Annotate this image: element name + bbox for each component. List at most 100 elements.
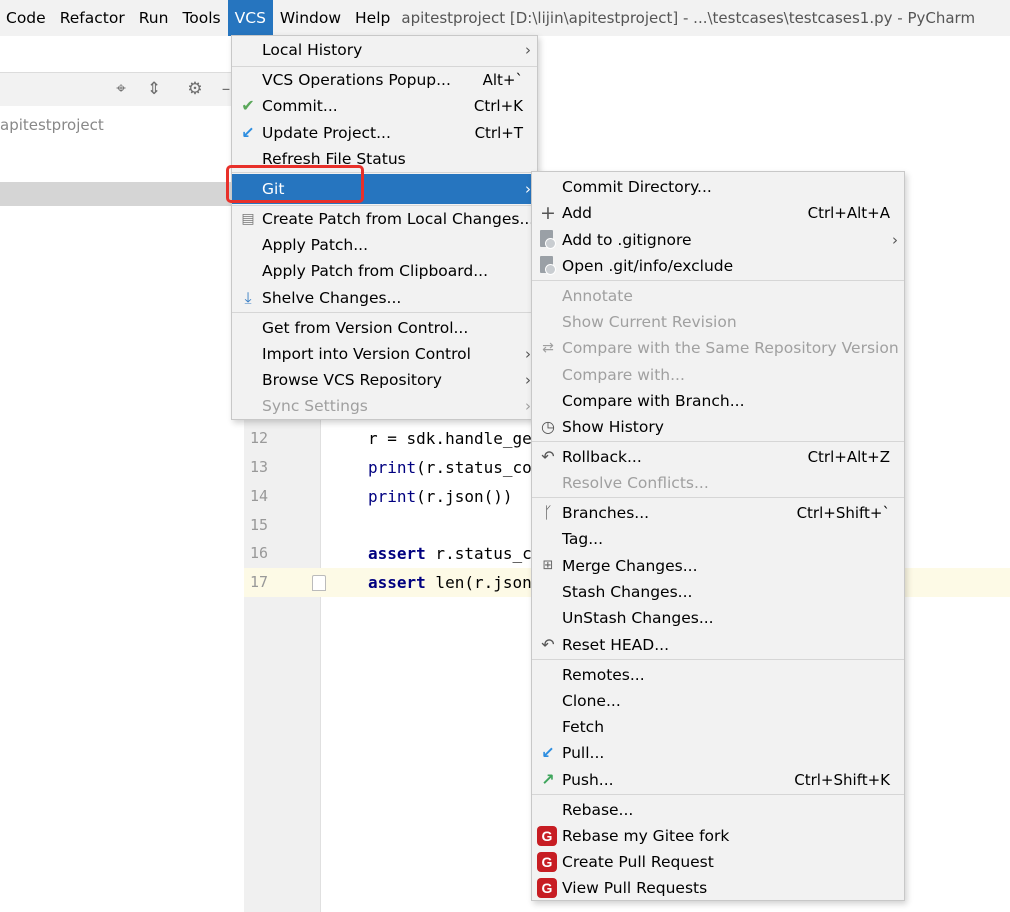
menu-item-refresh-file-status[interactable]: Refresh File Status xyxy=(232,146,537,172)
menu-vcs[interactable]: VCS xyxy=(227,0,273,36)
menu-item-label: Compare with Branch... xyxy=(562,392,745,410)
menu-item-label: Rebase my Gitee fork xyxy=(562,827,730,845)
menu-item-label: Push... xyxy=(562,771,614,789)
shortcut-label: Ctrl+Shift+` xyxy=(796,504,890,522)
menu-item-show-current-revision[interactable]: Show Current Revision xyxy=(532,309,904,335)
menu-item-label: Sync Settings xyxy=(262,397,368,415)
menu-item-view-pull-requests[interactable]: G View Pull Requests xyxy=(532,875,904,901)
menu-item-shelve-changes[interactable]: ⤓ Shelve Changes... xyxy=(232,285,537,311)
menu-item-create-pull-request[interactable]: G Create Pull Request xyxy=(532,849,904,875)
menu-refactor[interactable]: Refactor xyxy=(53,0,132,36)
line-number: 13 xyxy=(250,458,269,476)
tree-selected-row[interactable] xyxy=(0,182,244,206)
menu-item-resolve-conflicts[interactable]: Resolve Conflicts... xyxy=(532,470,904,496)
code-text: print(r.json()) xyxy=(368,482,513,511)
menu-item-update-project[interactable]: ↙ Update Project... Ctrl+T xyxy=(232,120,537,146)
menu-item-get-from-vcs[interactable]: Get from Version Control... xyxy=(232,315,537,341)
menu-item-label: Add xyxy=(562,204,593,222)
line-number: 17 xyxy=(250,573,269,591)
menu-item-reset-head[interactable]: ↶ Reset HEAD... xyxy=(532,632,904,658)
menu-item-label: Git xyxy=(262,180,285,198)
menu-item-label: Commit Directory... xyxy=(562,178,712,196)
menu-item-compare-with[interactable]: Compare with... xyxy=(532,362,904,388)
code-text-print: print xyxy=(368,458,417,477)
menu-item-show-history[interactable]: ◷ Show History xyxy=(532,414,904,440)
menu-item-label: Import into Version Control xyxy=(262,345,471,363)
menu-item-fetch[interactable]: Fetch xyxy=(532,714,904,740)
menu-item-git[interactable]: Git › xyxy=(232,174,537,204)
menu-item-merge-changes[interactable]: ⊞ Merge Changes... xyxy=(532,553,904,579)
shortcut-label: Ctrl+Alt+A xyxy=(807,204,890,222)
gear-icon[interactable]: ⚙ xyxy=(185,79,205,99)
menu-item-label: Remotes... xyxy=(562,666,645,684)
menu-item-compare-same-repo-version[interactable]: ⇄ Compare with the Same Repository Versi… xyxy=(532,335,904,361)
menu-item-sync-settings[interactable]: Sync Settings › xyxy=(232,393,537,419)
code-text: print(r.status_co xyxy=(368,453,532,482)
menu-item-label: Pull... xyxy=(562,744,605,762)
submenu-arrow-icon: › xyxy=(892,231,898,249)
code-text: assert len(r.json xyxy=(368,568,532,597)
menu-item-apply-patch-clipboard[interactable]: Apply Patch from Clipboard... xyxy=(232,258,537,284)
collapse-all-icon[interactable]: ⇕ xyxy=(144,79,164,99)
menu-item-import-into-vcs[interactable]: Import into Version Control › xyxy=(232,341,537,367)
menu-item-annotate[interactable]: Annotate xyxy=(532,283,904,309)
menu-item-add[interactable]: + Add Ctrl+Alt+A xyxy=(532,200,904,226)
menu-item-tag[interactable]: Tag... xyxy=(532,526,904,552)
menu-item-clone[interactable]: Clone... xyxy=(532,688,904,714)
menu-item-label: Create Pull Request xyxy=(562,853,714,871)
locate-icon[interactable]: ⌖ xyxy=(111,79,131,99)
project-root[interactable]: apitestproject xyxy=(0,116,104,134)
menu-item-label: Resolve Conflicts... xyxy=(562,474,709,492)
menu-item-apply-patch[interactable]: Apply Patch... xyxy=(232,232,537,258)
menu-item-push[interactable]: ↗ Push... Ctrl+Shift+K xyxy=(532,767,904,793)
push-arrow-icon: ↗ xyxy=(541,770,555,789)
menu-item-label: Show History xyxy=(562,418,664,436)
update-arrow-icon: ↙ xyxy=(241,123,255,142)
menu-item-label: View Pull Requests xyxy=(562,879,708,897)
menu-item-rollback[interactable]: ↶ Rollback... Ctrl+Alt+Z xyxy=(532,444,904,470)
menu-item-label: Add to .gitignore xyxy=(562,231,692,249)
code-text-rest: (r.status_co xyxy=(416,458,532,477)
menu-item-label: VCS Operations Popup... xyxy=(262,71,451,89)
code-text-rest: r.status_c xyxy=(425,544,532,563)
menu-help[interactable]: Help xyxy=(348,0,397,36)
fold-marker-icon[interactable] xyxy=(312,575,326,591)
reset-icon: ↶ xyxy=(541,635,555,654)
menu-item-unstash-changes[interactable]: UnStash Changes... xyxy=(532,605,904,631)
menu-item-browse-vcs-repository[interactable]: Browse VCS Repository › xyxy=(232,367,537,393)
menu-item-label: Apply Patch... xyxy=(262,236,369,254)
menu-item-commit-directory[interactable]: Commit Directory... xyxy=(532,174,904,200)
menu-item-rebase-gitee-fork[interactable]: G Rebase my Gitee fork xyxy=(532,823,904,849)
line-number: 15 xyxy=(250,516,269,534)
menu-item-stash-changes[interactable]: Stash Changes... xyxy=(532,579,904,605)
vcs-menu: Local History › VCS Operations Popup... … xyxy=(231,35,538,420)
separator xyxy=(232,312,537,313)
menu-item-vcs-operations-popup[interactable]: VCS Operations Popup... Alt+` xyxy=(232,67,537,93)
menu-item-label: Create Patch from Local Changes... xyxy=(262,210,535,228)
menu-item-open-git-exclude[interactable]: Open .git/info/exclude xyxy=(532,253,904,279)
compare-arrows-icon: ⇄ xyxy=(542,340,554,356)
menu-item-commit[interactable]: ✔ Commit... Ctrl+K xyxy=(232,93,537,119)
menu-run[interactable]: Run xyxy=(132,0,176,36)
menu-item-local-history[interactable]: Local History › xyxy=(232,37,537,63)
git-submenu: Commit Directory... + Add Ctrl+Alt+A Add… xyxy=(531,171,905,901)
menu-item-add-to-gitignore[interactable]: Add to .gitignore › xyxy=(532,227,904,253)
menu-item-branches[interactable]: ᚴ Branches... Ctrl+Shift+` xyxy=(532,500,904,526)
menu-item-remotes[interactable]: Remotes... xyxy=(532,662,904,688)
menu-item-label: Reset HEAD... xyxy=(562,636,669,654)
shortcut-label: Ctrl+K xyxy=(473,97,523,115)
menu-item-pull[interactable]: ↙ Pull... xyxy=(532,740,904,766)
menu-item-create-patch[interactable]: ▤ Create Patch from Local Changes... xyxy=(232,206,537,232)
shelve-icon: ⤓ xyxy=(244,288,252,307)
menu-code[interactable]: Code xyxy=(0,0,53,36)
menu-item-label: Shelve Changes... xyxy=(262,289,402,307)
separator xyxy=(532,659,904,660)
menu-tools[interactable]: Tools xyxy=(175,0,227,36)
separator xyxy=(532,497,904,498)
menu-item-compare-with-branch[interactable]: Compare with Branch... xyxy=(532,388,904,414)
menu-item-rebase[interactable]: Rebase... xyxy=(532,797,904,823)
menu-item-label: Commit... xyxy=(262,97,338,115)
shortcut-label: Ctrl+T xyxy=(474,124,523,142)
shortcut-label: Alt+` xyxy=(482,71,523,89)
menu-window[interactable]: Window xyxy=(273,0,348,36)
